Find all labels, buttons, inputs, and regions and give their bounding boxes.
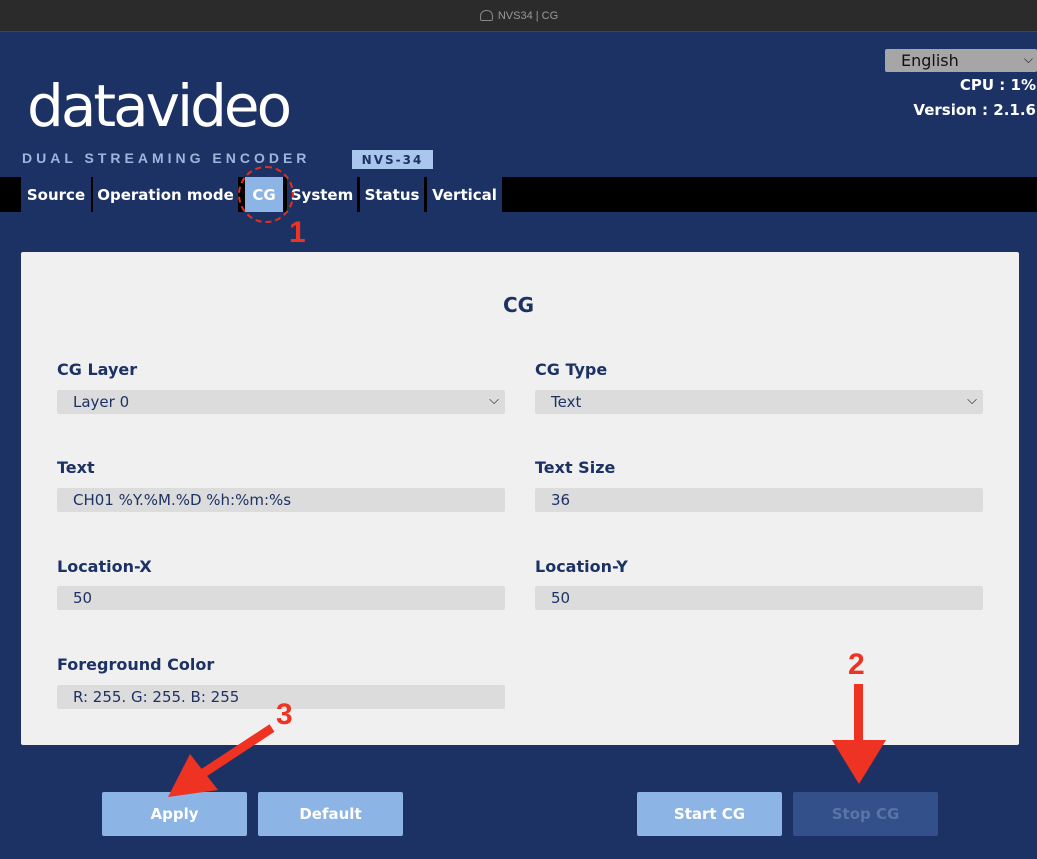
location-y-input[interactable]: 50 [535, 586, 983, 610]
location-y-value: 50 [551, 589, 571, 607]
location-x-label: Location-X [57, 557, 152, 576]
network-icon [479, 10, 493, 21]
tab-source[interactable]: Source [21, 177, 92, 212]
firmware-version: Version : 2.1.6 [913, 101, 1036, 119]
annotation-arrow-diagonal-icon [168, 724, 275, 797]
chevron-down-icon: ⌵ [1023, 52, 1033, 66]
foreground-color-label: Foreground Color [57, 655, 215, 674]
window-title: NVS34 | CG [497, 9, 559, 22]
panel-title: CG [502, 293, 535, 317]
annotation-number-2: 2 [848, 648, 865, 681]
location-x-input[interactable]: 50 [57, 586, 505, 610]
cg-type-select[interactable]: Text ⌵ [535, 390, 983, 414]
cg-layer-value: Layer 0 [73, 393, 130, 411]
start-cg-button[interactable]: Start CG [637, 792, 782, 836]
annotation-circle [238, 166, 294, 223]
language-value: English [901, 51, 959, 70]
cg-layer-label: CG Layer [57, 360, 138, 379]
cpu-usage: CPU : 1% [959, 76, 1036, 94]
foreground-color-value: R: 255. G: 255. B: 255 [73, 688, 240, 706]
text-value: CH01 %Y.%M.%D %h:%m:%s [73, 491, 292, 509]
chevron-down-icon: ⌵ [967, 393, 977, 408]
text-size-value: 36 [551, 491, 571, 509]
language-select[interactable]: English ⌵ [885, 49, 1037, 72]
chevron-down-icon: ⌵ [489, 393, 499, 408]
annotation-number-1: 1 [289, 216, 306, 249]
cg-type-label: CG Type [535, 360, 608, 379]
product-subtitle: DUAL STREAMING ENCODER [22, 150, 311, 166]
location-x-value: 50 [73, 589, 93, 607]
cg-layer-select[interactable]: Layer 0 ⌵ [57, 390, 505, 414]
datavideo-logo: datavideo [27, 72, 293, 138]
cg-type-value: Text [551, 393, 582, 411]
location-y-label: Location-Y [535, 557, 628, 576]
annotation-arrow-down-icon [832, 684, 886, 784]
tab-operation-mode[interactable]: Operation mode [93, 177, 239, 212]
text-input[interactable]: CH01 %Y.%M.%D %h:%m:%s [57, 488, 505, 512]
tab-system[interactable]: System [287, 177, 358, 212]
window-titlebar: NVS34 | CG [0, 0, 1037, 32]
logo-text: datavideo [27, 72, 290, 138]
text-size-input[interactable]: 36 [535, 488, 983, 512]
tab-status[interactable]: Status [360, 177, 425, 212]
stop-cg-button[interactable]: Stop CG [793, 792, 938, 836]
text-label: Text [57, 458, 95, 477]
text-size-label: Text Size [535, 458, 616, 477]
model-badge: NVS-34 [352, 150, 433, 169]
tab-vertical[interactable]: Vertical [427, 177, 503, 212]
